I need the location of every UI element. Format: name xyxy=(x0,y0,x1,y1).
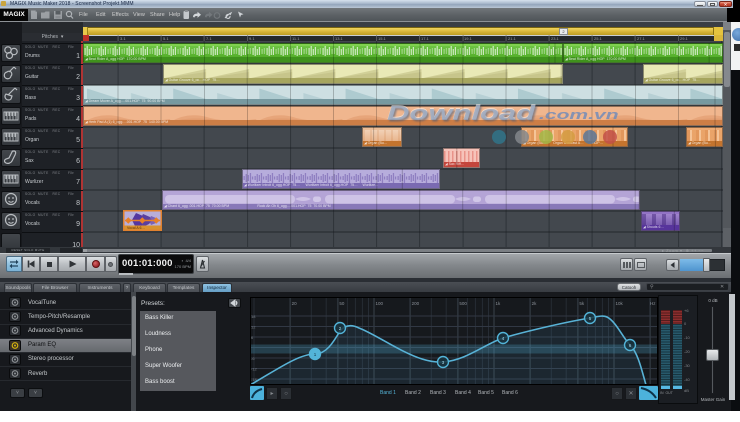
svg-text:Vocal A 6…: Vocal A 6… xyxy=(127,226,145,230)
